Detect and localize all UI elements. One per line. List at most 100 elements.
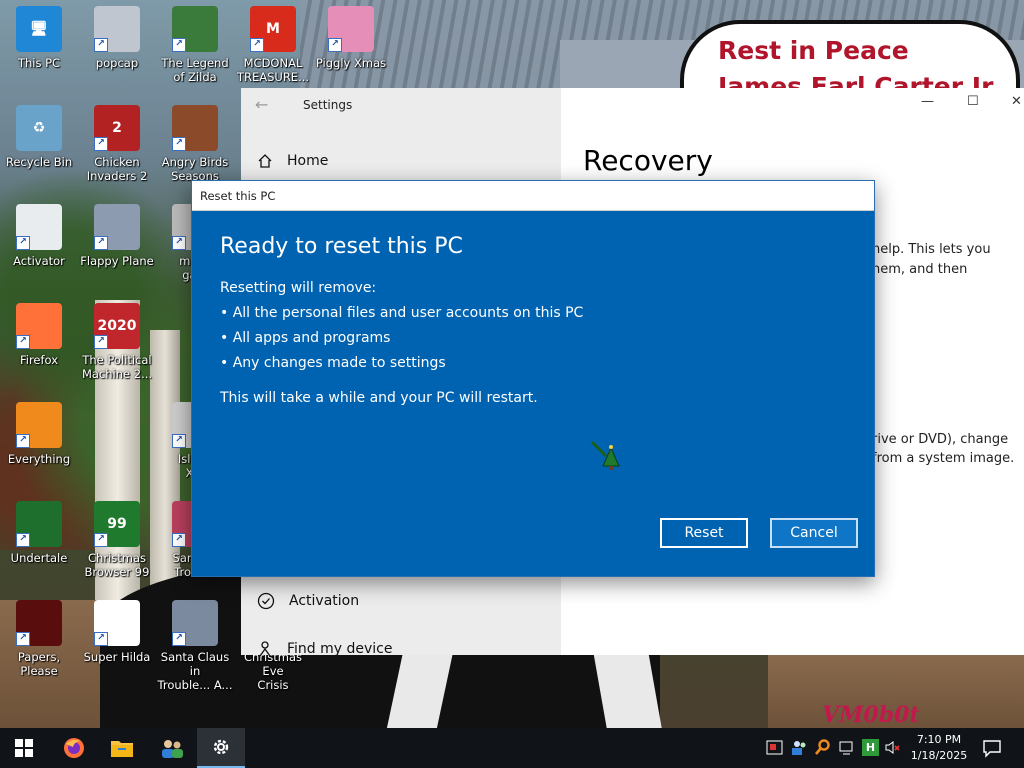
tray-people-icon[interactable] [791, 739, 808, 756]
desktop-icon-label: This PC [17, 56, 61, 70]
check-circle-icon [257, 592, 275, 610]
desktop-icon[interactable]: 2 ↗ Chicken Invaders 2 [78, 105, 156, 183]
home-icon [258, 154, 272, 168]
desktop-icon[interactable]: ↗ Flappy Plane [78, 204, 156, 268]
notification-center-icon[interactable] [982, 738, 1002, 761]
shortcut-arrow-icon: ↗ [172, 38, 186, 52]
desktop-icon[interactable]: ↗ Santa Claus in Trouble... A... [156, 600, 234, 692]
nav-item-find-device[interactable]: Find my device [257, 636, 393, 662]
shortcut-arrow-icon: ↗ [250, 38, 264, 52]
shortcut-arrow-icon: ↗ [172, 434, 186, 448]
maximize-button[interactable]: ☐ [967, 94, 979, 109]
windows-logo-icon [15, 739, 33, 757]
taskbar-people[interactable] [148, 728, 196, 768]
desktop-icon[interactable]: 🖥 This PC [0, 6, 78, 70]
tray-h-icon[interactable]: H [862, 739, 879, 756]
desktop-icon[interactable]: ↗ Piggly Xmas [312, 6, 390, 70]
app-icon: M ↗ [250, 6, 296, 52]
recovery-text-fragment: rive or DVD), change [872, 432, 1009, 447]
desktop-icon[interactable]: 2020 ↗ The Political Machine 2... [78, 303, 156, 381]
app-icon: ↗ [16, 501, 62, 547]
back-arrow-icon[interactable]: ← [255, 95, 268, 114]
dialog-bullet: • Any changes made to settings [220, 355, 446, 371]
nav-item-home[interactable]: Home [257, 148, 328, 174]
desktop-icon[interactable]: ↗ Firefox [0, 303, 78, 367]
close-button[interactable]: ✕ [1011, 94, 1022, 109]
dialog-titlebar: Reset this PC [192, 181, 874, 211]
reset-button[interactable]: Reset [660, 518, 748, 548]
taskbar-firefox[interactable] [50, 728, 98, 768]
volume-muted-icon[interactable] [884, 739, 901, 756]
desktop-icon[interactable]: ↗ Papers, Please [0, 600, 78, 678]
taskbar: H 7:10 PM 1/18/2025 [0, 728, 1024, 768]
tray-search-icon[interactable] [814, 739, 831, 756]
shortcut-arrow-icon: ↗ [94, 236, 108, 250]
shortcut-arrow-icon: ↗ [94, 335, 108, 349]
nav-item-activation[interactable]: Activation [257, 588, 359, 614]
app-icon: ↗ [172, 600, 218, 646]
cancel-button[interactable]: Cancel [770, 518, 858, 548]
dialog-bullet: • All the personal files and user accoun… [220, 305, 584, 321]
desktop-icon-label: popcap [95, 56, 139, 70]
shortcut-arrow-icon: ↗ [94, 38, 108, 52]
desktop-icon-label: Firefox [19, 353, 59, 367]
nav-item-label: Activation [289, 593, 360, 609]
taskbar-settings[interactable] [197, 728, 245, 768]
desktop-icon[interactable]: 99 ↗ Christmas Browser 99 [78, 501, 156, 579]
taskbar-clock[interactable]: 7:10 PM 1/18/2025 [906, 732, 972, 764]
desktop-icon-label: Papers, Please [17, 650, 61, 678]
start-button[interactable] [0, 728, 48, 768]
gear-icon [213, 739, 229, 755]
folder-icon [111, 741, 133, 757]
nav-item-label: Home [287, 153, 329, 169]
shortcut-arrow-icon: ↗ [172, 533, 186, 547]
christmas-tree-cursor-icon [590, 440, 620, 470]
shortcut-arrow-icon: ↗ [94, 533, 108, 547]
app-icon-glyph: 2020 [97, 318, 137, 334]
minimize-button[interactable]: — [921, 94, 934, 109]
desktop-icon[interactable]: ↗ popcap [78, 6, 156, 70]
desktop-icon[interactable]: ♻ Recycle Bin [0, 105, 78, 169]
app-icon: 🖥 [16, 6, 62, 52]
desktop-icon[interactable]: M ↗ MCDONAL TREASURE... [234, 6, 312, 84]
tray-network-icon[interactable] [838, 739, 855, 756]
app-icon: ↗ [172, 6, 218, 52]
app-icon-glyph: M [266, 21, 280, 37]
desktop-icon[interactable]: ↗ Everything [0, 402, 78, 466]
app-icon: ↗ [94, 600, 140, 646]
shortcut-arrow-icon: ↗ [172, 137, 186, 151]
person-location-icon [259, 641, 271, 657]
desktop-icon[interactable]: ↗ Activator [0, 204, 78, 268]
recovery-text-fragment: help. This lets you [872, 242, 991, 257]
wallpaper-watermark: VM0b0t [822, 702, 920, 728]
desktop-icon[interactable]: ↗ The Legend of Zilda [156, 6, 234, 84]
desktop-icon-label: Flappy Plane [80, 254, 154, 268]
app-icon: ↗ [16, 204, 62, 250]
dialog-intro: Resetting will remove: [220, 280, 377, 296]
desktop-icon[interactable]: ↗ Super Hilda [78, 600, 156, 664]
taskbar-file-explorer[interactable] [98, 728, 146, 768]
desktop-icon[interactable]: ↗ Angry Birds Seasons [156, 105, 234, 183]
dialog-note: This will take a while and your PC will … [220, 390, 538, 406]
nav-item-label: Find my device [287, 641, 393, 657]
desktop-icon-label: Santa Claus in Trouble... A... [157, 650, 233, 692]
app-icon: 99 ↗ [94, 501, 140, 547]
shortcut-arrow-icon: ↗ [328, 38, 342, 52]
people-icon [162, 740, 183, 758]
desktop-icon-label: Recycle Bin [5, 155, 73, 169]
desktop-icon[interactable]: ↗ Undertale [0, 501, 78, 565]
memorial-sign: Rest in Peace James Earl Carter Jr. [680, 20, 1020, 96]
shortcut-arrow-icon: ↗ [94, 632, 108, 646]
desktop-icon-label: Christmas Browser 99 [84, 551, 150, 579]
shortcut-arrow-icon: ↗ [172, 632, 186, 646]
app-icon-glyph: ♻ [32, 120, 46, 136]
app-icon-glyph: 🖥 [30, 21, 48, 37]
shortcut-arrow-icon: ↗ [94, 137, 108, 151]
app-icon: ↗ [16, 600, 62, 646]
dialog-bullet: • All apps and programs [220, 330, 391, 346]
shortcut-arrow-icon: ↗ [16, 632, 30, 646]
desktop-icon-label: Activator [13, 254, 65, 268]
desktop-icon-label: MCDONAL TREASURE... [236, 56, 310, 84]
desktop-icon-label: The Legend of Zilda [161, 56, 229, 84]
tray-app-icon[interactable] [766, 739, 783, 756]
